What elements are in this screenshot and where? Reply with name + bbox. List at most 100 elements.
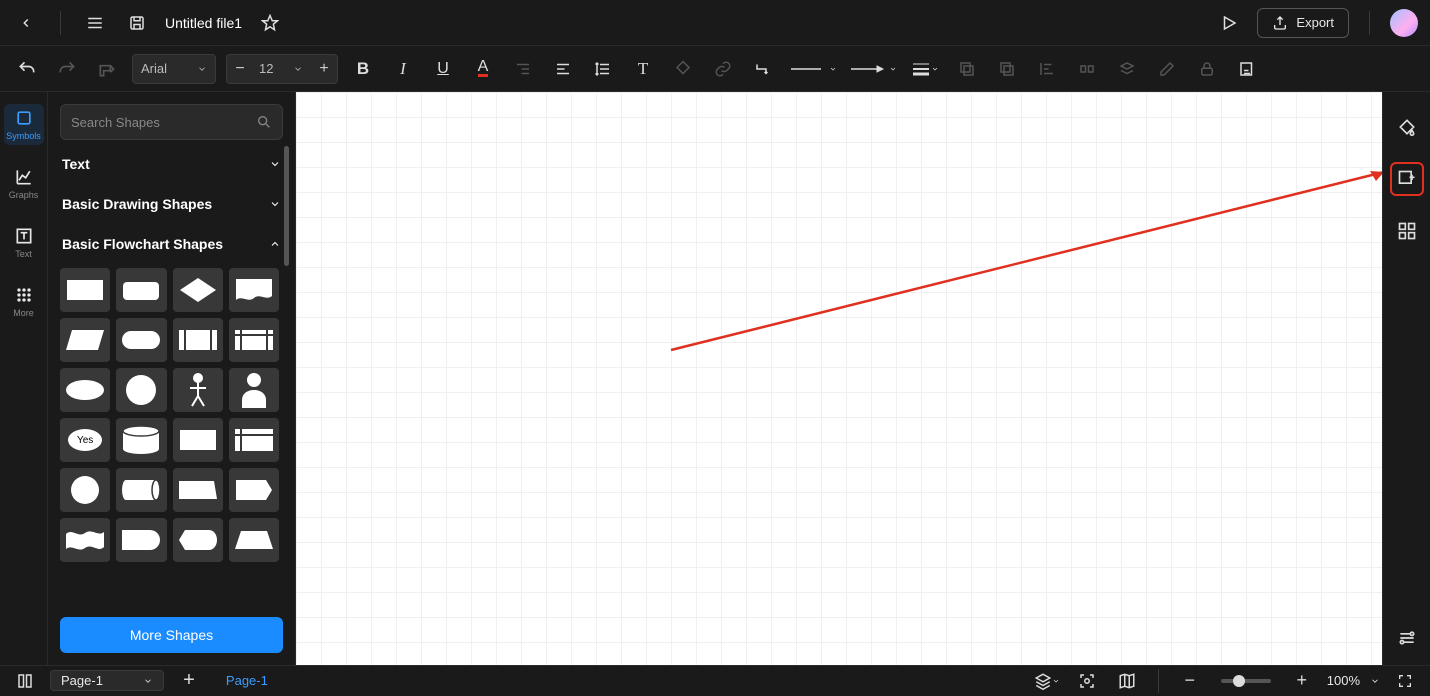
shape-fill-button[interactable] [668,54,698,84]
font-size-dropdown[interactable] [293,64,311,74]
map-icon[interactable] [1112,666,1142,696]
zoom-in-button[interactable]: + [1287,666,1317,696]
font-size-value[interactable]: 12 [253,61,293,76]
canvas[interactable] [296,92,1382,665]
shape-pill[interactable] [116,318,166,362]
lock-button[interactable] [1192,54,1222,84]
chevron-up-icon [269,238,281,250]
save-icon[interactable] [123,9,151,37]
increase-size-button[interactable]: + [311,60,337,78]
shape-terminator-rounded[interactable] [116,268,166,312]
zoom-level[interactable]: 100% [1327,673,1360,688]
section-flowchart[interactable]: Basic Flowchart Shapes [60,228,283,260]
shape-ellipse[interactable] [60,368,110,412]
text-format-button[interactable] [508,54,538,84]
topbar: Untitled file1 Export [0,0,1430,46]
insert-text-button[interactable]: T [628,54,658,84]
outline-view-icon[interactable] [10,666,40,696]
shape-decision[interactable] [173,268,223,312]
italic-button[interactable]: I [388,54,418,84]
shape-process[interactable] [60,268,110,312]
shape-parallelogram[interactable] [60,318,110,362]
back-button[interactable] [12,9,40,37]
search-shapes-input[interactable]: Search Shapes [60,104,283,140]
page-setup-button[interactable] [1232,54,1262,84]
bold-button[interactable]: B [348,54,378,84]
shape-document[interactable] [229,268,279,312]
arrow-end-button[interactable] [848,54,898,84]
decrease-size-button[interactable]: − [227,60,253,78]
play-button[interactable] [1215,9,1243,37]
page-tab[interactable]: Page-1 [214,673,280,688]
shape-direct-data[interactable] [116,468,166,512]
align-left-button[interactable] [1032,54,1062,84]
send-backward-button[interactable] [952,54,982,84]
file-title[interactable]: Untitled file1 [165,15,242,31]
settings-list-icon[interactable] [1390,621,1424,655]
zoom-slider-knob[interactable] [1233,675,1245,687]
bring-forward-button[interactable] [992,54,1022,84]
undo-button[interactable] [12,54,42,84]
align-button[interactable] [548,54,578,84]
underline-button[interactable]: U [428,54,458,84]
line-spacing-button[interactable] [588,54,618,84]
shape-delay[interactable] [116,518,166,562]
shape-predefined[interactable] [173,318,223,362]
redo-button[interactable] [52,54,82,84]
font-family-select[interactable]: Arial [132,54,216,84]
shape-display[interactable] [173,518,223,562]
section-basic-drawing[interactable]: Basic Drawing Shapes [60,188,283,220]
shape-circle[interactable] [116,368,166,412]
connector-button[interactable] [748,54,778,84]
shape-stored-data[interactable] [229,418,279,462]
page-selector[interactable]: Page-1 [50,670,164,691]
fullscreen-button[interactable] [1390,666,1420,696]
shape-manual-op[interactable] [173,468,223,512]
section-text[interactable]: Text [60,148,283,180]
favorite-star-icon[interactable] [256,9,284,37]
line-weight-button[interactable] [908,54,942,84]
distribute-button[interactable] [1072,54,1102,84]
shapes-panel: Search Shapes Text Basic Drawing Shapes … [48,92,296,665]
shape-connector[interactable] [60,468,110,512]
add-page-button[interactable]: + [174,666,204,696]
export-icon [1272,15,1288,31]
export-button[interactable]: Export [1257,8,1349,38]
right-sidebar [1382,92,1430,665]
zoom-slider[interactable] [1221,679,1271,683]
fill-bucket-icon[interactable] [1390,110,1424,144]
insert-panel-button[interactable] [1390,162,1424,196]
zoom-out-button[interactable]: − [1175,666,1205,696]
nav-text[interactable]: Text [4,222,44,263]
group-button[interactable] [1112,54,1142,84]
format-painter-button[interactable] [92,54,122,84]
menu-icon[interactable] [81,9,109,37]
more-shapes-button[interactable]: More Shapes [60,617,283,653]
nav-symbols[interactable]: Symbols [4,104,44,145]
shape-person-stick[interactable] [173,368,223,412]
nav-graphs[interactable]: Graphs [4,163,44,204]
shape-tape[interactable] [60,518,110,562]
user-avatar[interactable] [1390,9,1418,37]
line-style-button[interactable] [788,54,838,84]
shape-trapezoid[interactable] [229,518,279,562]
shape-card[interactable] [173,418,223,462]
shape-offpage[interactable] [229,468,279,512]
apps-grid-icon[interactable] [1390,214,1424,248]
font-color-button[interactable]: A [468,54,498,84]
shape-internal-storage[interactable] [229,318,279,362]
focus-icon[interactable] [1072,666,1102,696]
divider [60,11,61,35]
nav-label: Symbols [6,131,41,141]
layers-icon[interactable] [1032,666,1062,696]
shape-yes-no[interactable]: Yes [60,418,110,462]
link-button[interactable] [708,54,738,84]
nav-label: Text [15,249,32,259]
nav-more[interactable]: More [4,281,44,322]
edit-button[interactable] [1152,54,1182,84]
panel-scrollbar[interactable] [284,146,289,266]
search-placeholder: Search Shapes [71,115,160,130]
shape-person-solid[interactable] [229,368,279,412]
shape-cylinder[interactable] [116,418,166,462]
bottombar: Page-1 + Page-1 − + 100% [0,665,1430,695]
